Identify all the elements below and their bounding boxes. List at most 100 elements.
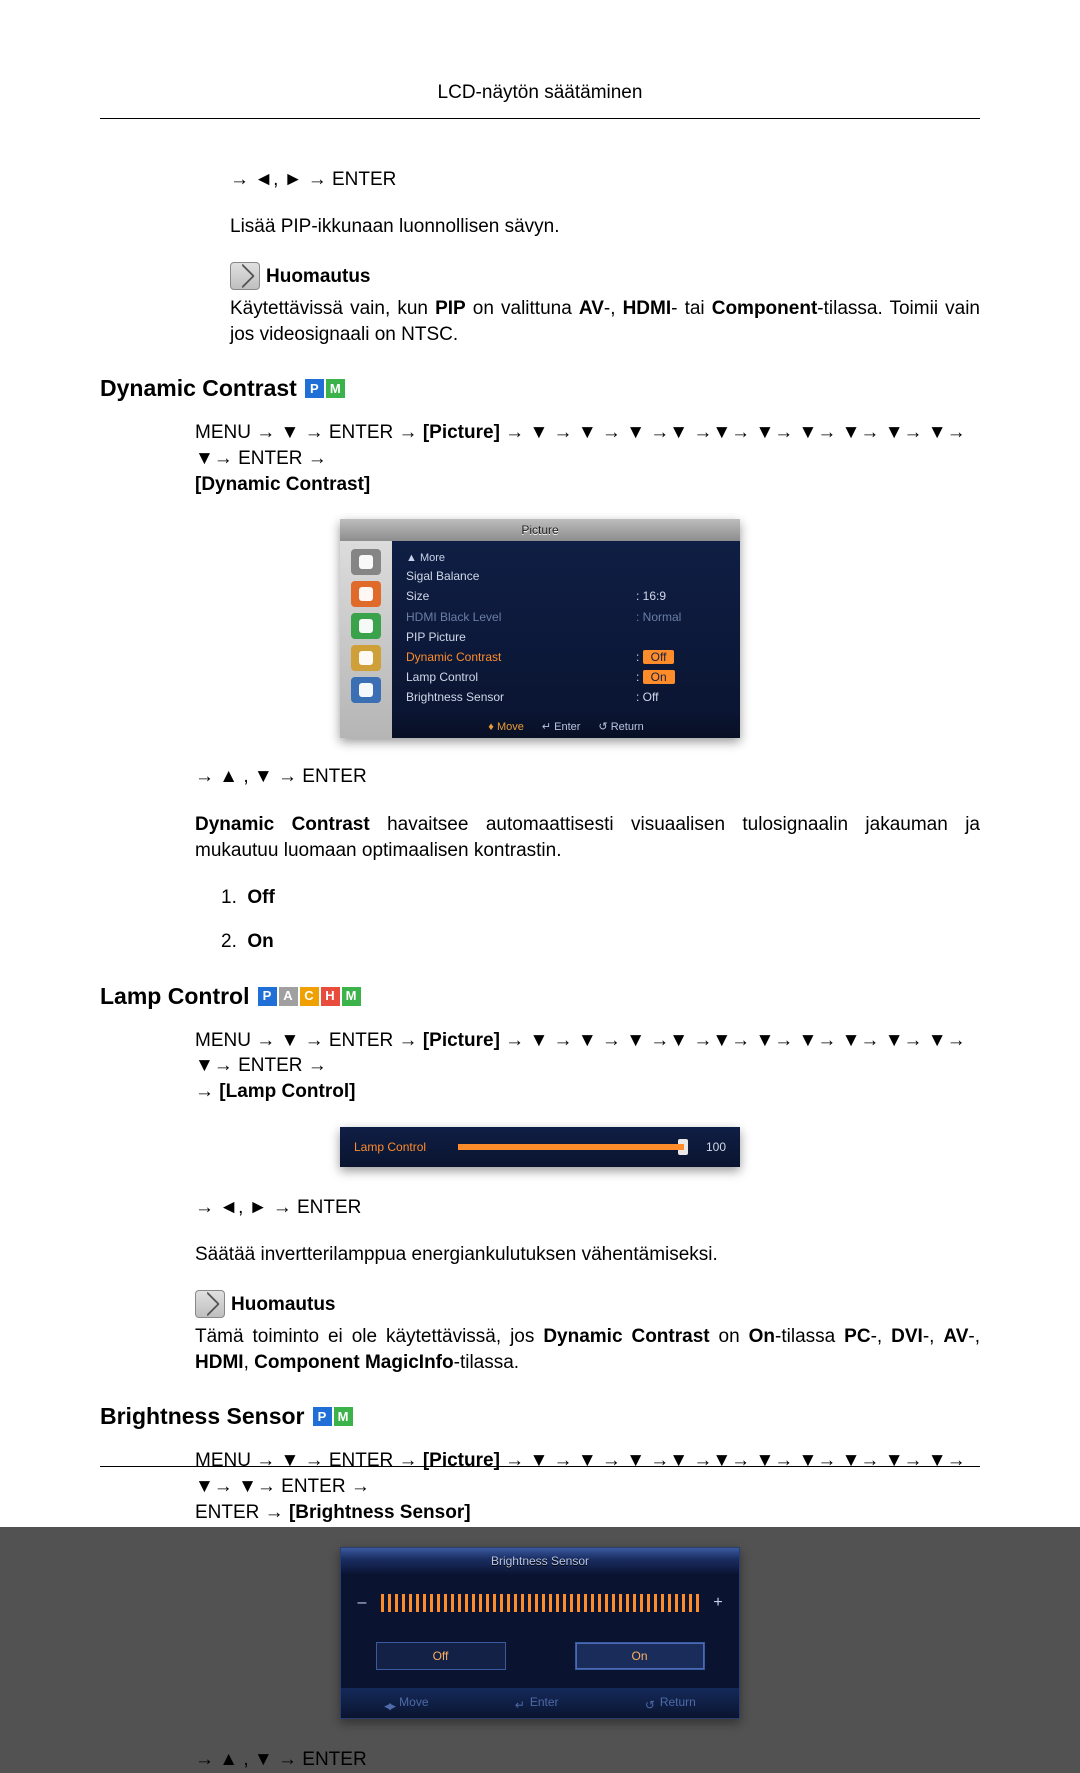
osd-row-selected[interactable]: Dynamic Contrast: Off — [406, 647, 726, 667]
t: Move — [497, 721, 524, 733]
osd-title: Brightness Sensor — [341, 1548, 739, 1574]
osd-brightness-sensor: Brightness Sensor – + Off On Move Enter … — [340, 1547, 740, 1719]
plus-icon[interactable]: + — [711, 1592, 725, 1614]
osd-title: Picture — [340, 519, 740, 541]
lamp-description: Säätää invertterilamppua energiankulutuk… — [195, 1242, 980, 1268]
section-title-text: Lamp Control — [100, 981, 250, 1012]
sidebar-icon — [351, 677, 381, 703]
osd-row[interactable]: Size: 16:9 — [406, 586, 726, 606]
gauge-ticks — [381, 1594, 699, 1612]
t: -tilassa. — [454, 1352, 519, 1373]
on: On — [247, 931, 273, 952]
t: Käytettävissä vain, kun — [230, 298, 435, 319]
osd-row[interactable]: Brightness Sensor : Off — [406, 687, 726, 707]
note-icon — [195, 1290, 225, 1318]
osd-picture-menu: Picture ▲ More Sigal Balance Size: 16:9 … — [340, 519, 740, 738]
picture-bracket: [Picture] — [423, 1450, 500, 1471]
return-icon — [645, 1697, 655, 1707]
on-button[interactable]: On — [575, 1642, 705, 1670]
osd-sidebar — [340, 541, 392, 738]
osd-slider[interactable] — [458, 1144, 684, 1150]
lamp-note-body: Tämä toiminto ei ole käytettävissä, jos … — [195, 1324, 980, 1375]
pc: PC — [844, 1326, 870, 1347]
section-brightness-sensor: Brightness Sensor PM — [100, 1401, 980, 1432]
comp: Component — [254, 1352, 360, 1373]
t: MENU → ▼ → ENTER → — [195, 1450, 423, 1471]
picture-bracket: [Picture] — [423, 422, 500, 443]
t: on valittuna — [466, 298, 579, 319]
osd-gauge[interactable]: – + — [341, 1574, 739, 1632]
l: Lamp Control — [406, 669, 478, 685]
slider-thumb-icon[interactable] — [678, 1139, 688, 1155]
section-dynamic-contrast: Dynamic Contrast PM — [100, 373, 980, 404]
osd-row[interactable]: Sigal Balance — [406, 566, 726, 586]
bs-bracket: [Brightness Sensor] — [289, 1502, 471, 1523]
pip: PIP — [435, 298, 466, 319]
osd-lamp-control: Lamp Control 100 — [340, 1127, 740, 1167]
osd-label: Lamp Control — [354, 1139, 444, 1155]
t: Return — [611, 721, 644, 733]
note-label: Huomautus — [266, 264, 371, 290]
sidebar-icon — [351, 581, 381, 607]
note-header: Huomautus — [195, 1290, 980, 1318]
t: - tai — [671, 298, 712, 319]
lc-bracket: [Lamp Control] — [219, 1081, 355, 1102]
hdmi: HDMI — [195, 1352, 244, 1373]
picture-bracket: [Picture] — [423, 1030, 500, 1051]
enter-icon — [515, 1697, 525, 1707]
t: MENU → ▼ → ENTER → — [195, 422, 423, 443]
menu-path: MENU → ▼ → ENTER → [Picture] → ▼ → ▼ → ▼… — [195, 420, 980, 497]
enter-line: → ▲ , ▼ → ENTER — [195, 1747, 980, 1773]
dc-name: Dynamic Contrast — [195, 814, 370, 835]
minus-icon[interactable]: – — [355, 1592, 369, 1614]
dc: Dynamic Contrast — [543, 1326, 709, 1347]
mode-tags-pachm: PACHM — [258, 987, 361, 1006]
dvi: DVI — [891, 1326, 923, 1347]
sidebar-icon — [351, 645, 381, 671]
l: Sigal Balance — [406, 568, 479, 584]
component: Component — [712, 298, 818, 319]
menu-path: MENU → ▼ → ENTER → [Picture] → ▼ → ▼ → ▼… — [195, 1028, 980, 1105]
option-list: 1. Off 2. On — [195, 885, 980, 954]
move-icon — [384, 1697, 394, 1707]
note-label: Huomautus — [231, 1292, 336, 1318]
off: Off — [247, 887, 274, 908]
footer-rule — [100, 1466, 980, 1467]
page-title: LCD-näytön säätäminen — [100, 80, 980, 119]
l: Brightness Sensor — [406, 689, 504, 705]
enter-line: → ▲ , ▼ → ENTER — [195, 764, 980, 790]
osd-row[interactable]: Lamp Control: On — [406, 667, 726, 687]
on: On — [749, 1326, 775, 1347]
mi: MagicInfo — [365, 1352, 454, 1373]
l: PIP Picture — [406, 629, 466, 645]
page: LCD-näytön säätäminen → ◄, ► → ENTER Lis… — [0, 0, 1080, 1527]
dc-bracket: [Dynamic Contrast] — [195, 474, 370, 495]
osd-row[interactable]: PIP Picture — [406, 627, 726, 647]
t: Enter — [554, 721, 580, 733]
hdmi: HDMI — [623, 298, 672, 319]
note-body: Käytettävissä vain, kun PIP on valittuna… — [230, 296, 980, 347]
osd-footer: Move Enter Return — [341, 1688, 739, 1718]
osd-row: HDMI Black Level: Normal — [406, 607, 726, 627]
osd-more: ▲ More — [406, 551, 726, 566]
v — [636, 568, 726, 584]
mode-tags-pm: PM — [313, 1407, 353, 1426]
t: Move — [399, 1694, 428, 1710]
v: : Off — [636, 689, 726, 705]
osd-footer: ♦ Move ↵ Enter ↺ Return — [392, 716, 740, 739]
list-item: 1. Off — [221, 885, 980, 911]
av: AV — [579, 298, 604, 319]
dc-description: Dynamic Contrast havaitsee automaattises… — [195, 812, 980, 863]
t: MENU → ▼ → ENTER → — [195, 1030, 423, 1051]
t: Return — [660, 1694, 696, 1710]
av: AV — [943, 1326, 968, 1347]
t: Enter — [530, 1694, 559, 1710]
section-title-text: Dynamic Contrast — [100, 373, 297, 404]
enter-line: → ◄, ► → ENTER — [195, 1195, 980, 1221]
v — [636, 629, 726, 645]
off-button[interactable]: Off — [376, 1642, 506, 1670]
note-header: Huomautus — [230, 262, 980, 290]
l: Dynamic Contrast — [406, 649, 501, 665]
list-item: 2. On — [221, 929, 980, 955]
t: -tilassa — [775, 1326, 844, 1347]
